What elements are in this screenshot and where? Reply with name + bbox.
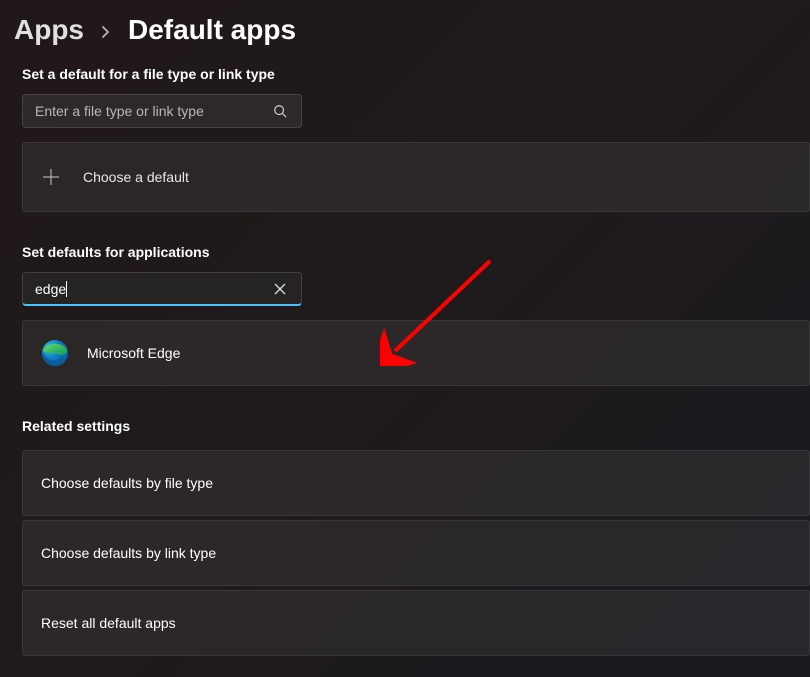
edge-browser-icon [41,339,69,367]
filetype-search-input[interactable] [35,103,271,119]
app-result-microsoft-edge[interactable]: Microsoft Edge [22,320,810,386]
apps-search-box[interactable]: edge [22,272,302,306]
choose-default-label: Choose a default [83,169,189,185]
plus-icon [41,167,61,187]
page-title: Default apps [128,14,296,46]
section-heading-related: Related settings [0,418,810,434]
related-item-label: Choose defaults by file type [41,475,213,491]
section-heading-apps: Set defaults for applications [0,244,810,260]
chevron-right-icon [100,21,112,44]
related-item-reset[interactable]: Reset all default apps [22,590,810,656]
choose-default-card[interactable]: Choose a default [22,142,810,212]
clear-icon[interactable] [271,280,289,298]
text-caret [66,281,67,297]
filetype-search-box[interactable] [22,94,302,128]
apps-search-input[interactable]: edge [35,281,66,297]
related-item-label: Reset all default apps [41,615,176,631]
search-icon [271,102,289,120]
related-item-label: Choose defaults by link type [41,545,216,561]
related-item-linktype[interactable]: Choose defaults by link type [22,520,810,586]
breadcrumb-parent[interactable]: Apps [14,14,84,46]
app-result-label: Microsoft Edge [87,345,180,361]
section-heading-filetype: Set a default for a file type or link ty… [0,66,810,82]
breadcrumb: Apps Default apps [0,10,810,66]
related-item-filetype[interactable]: Choose defaults by file type [22,450,810,516]
